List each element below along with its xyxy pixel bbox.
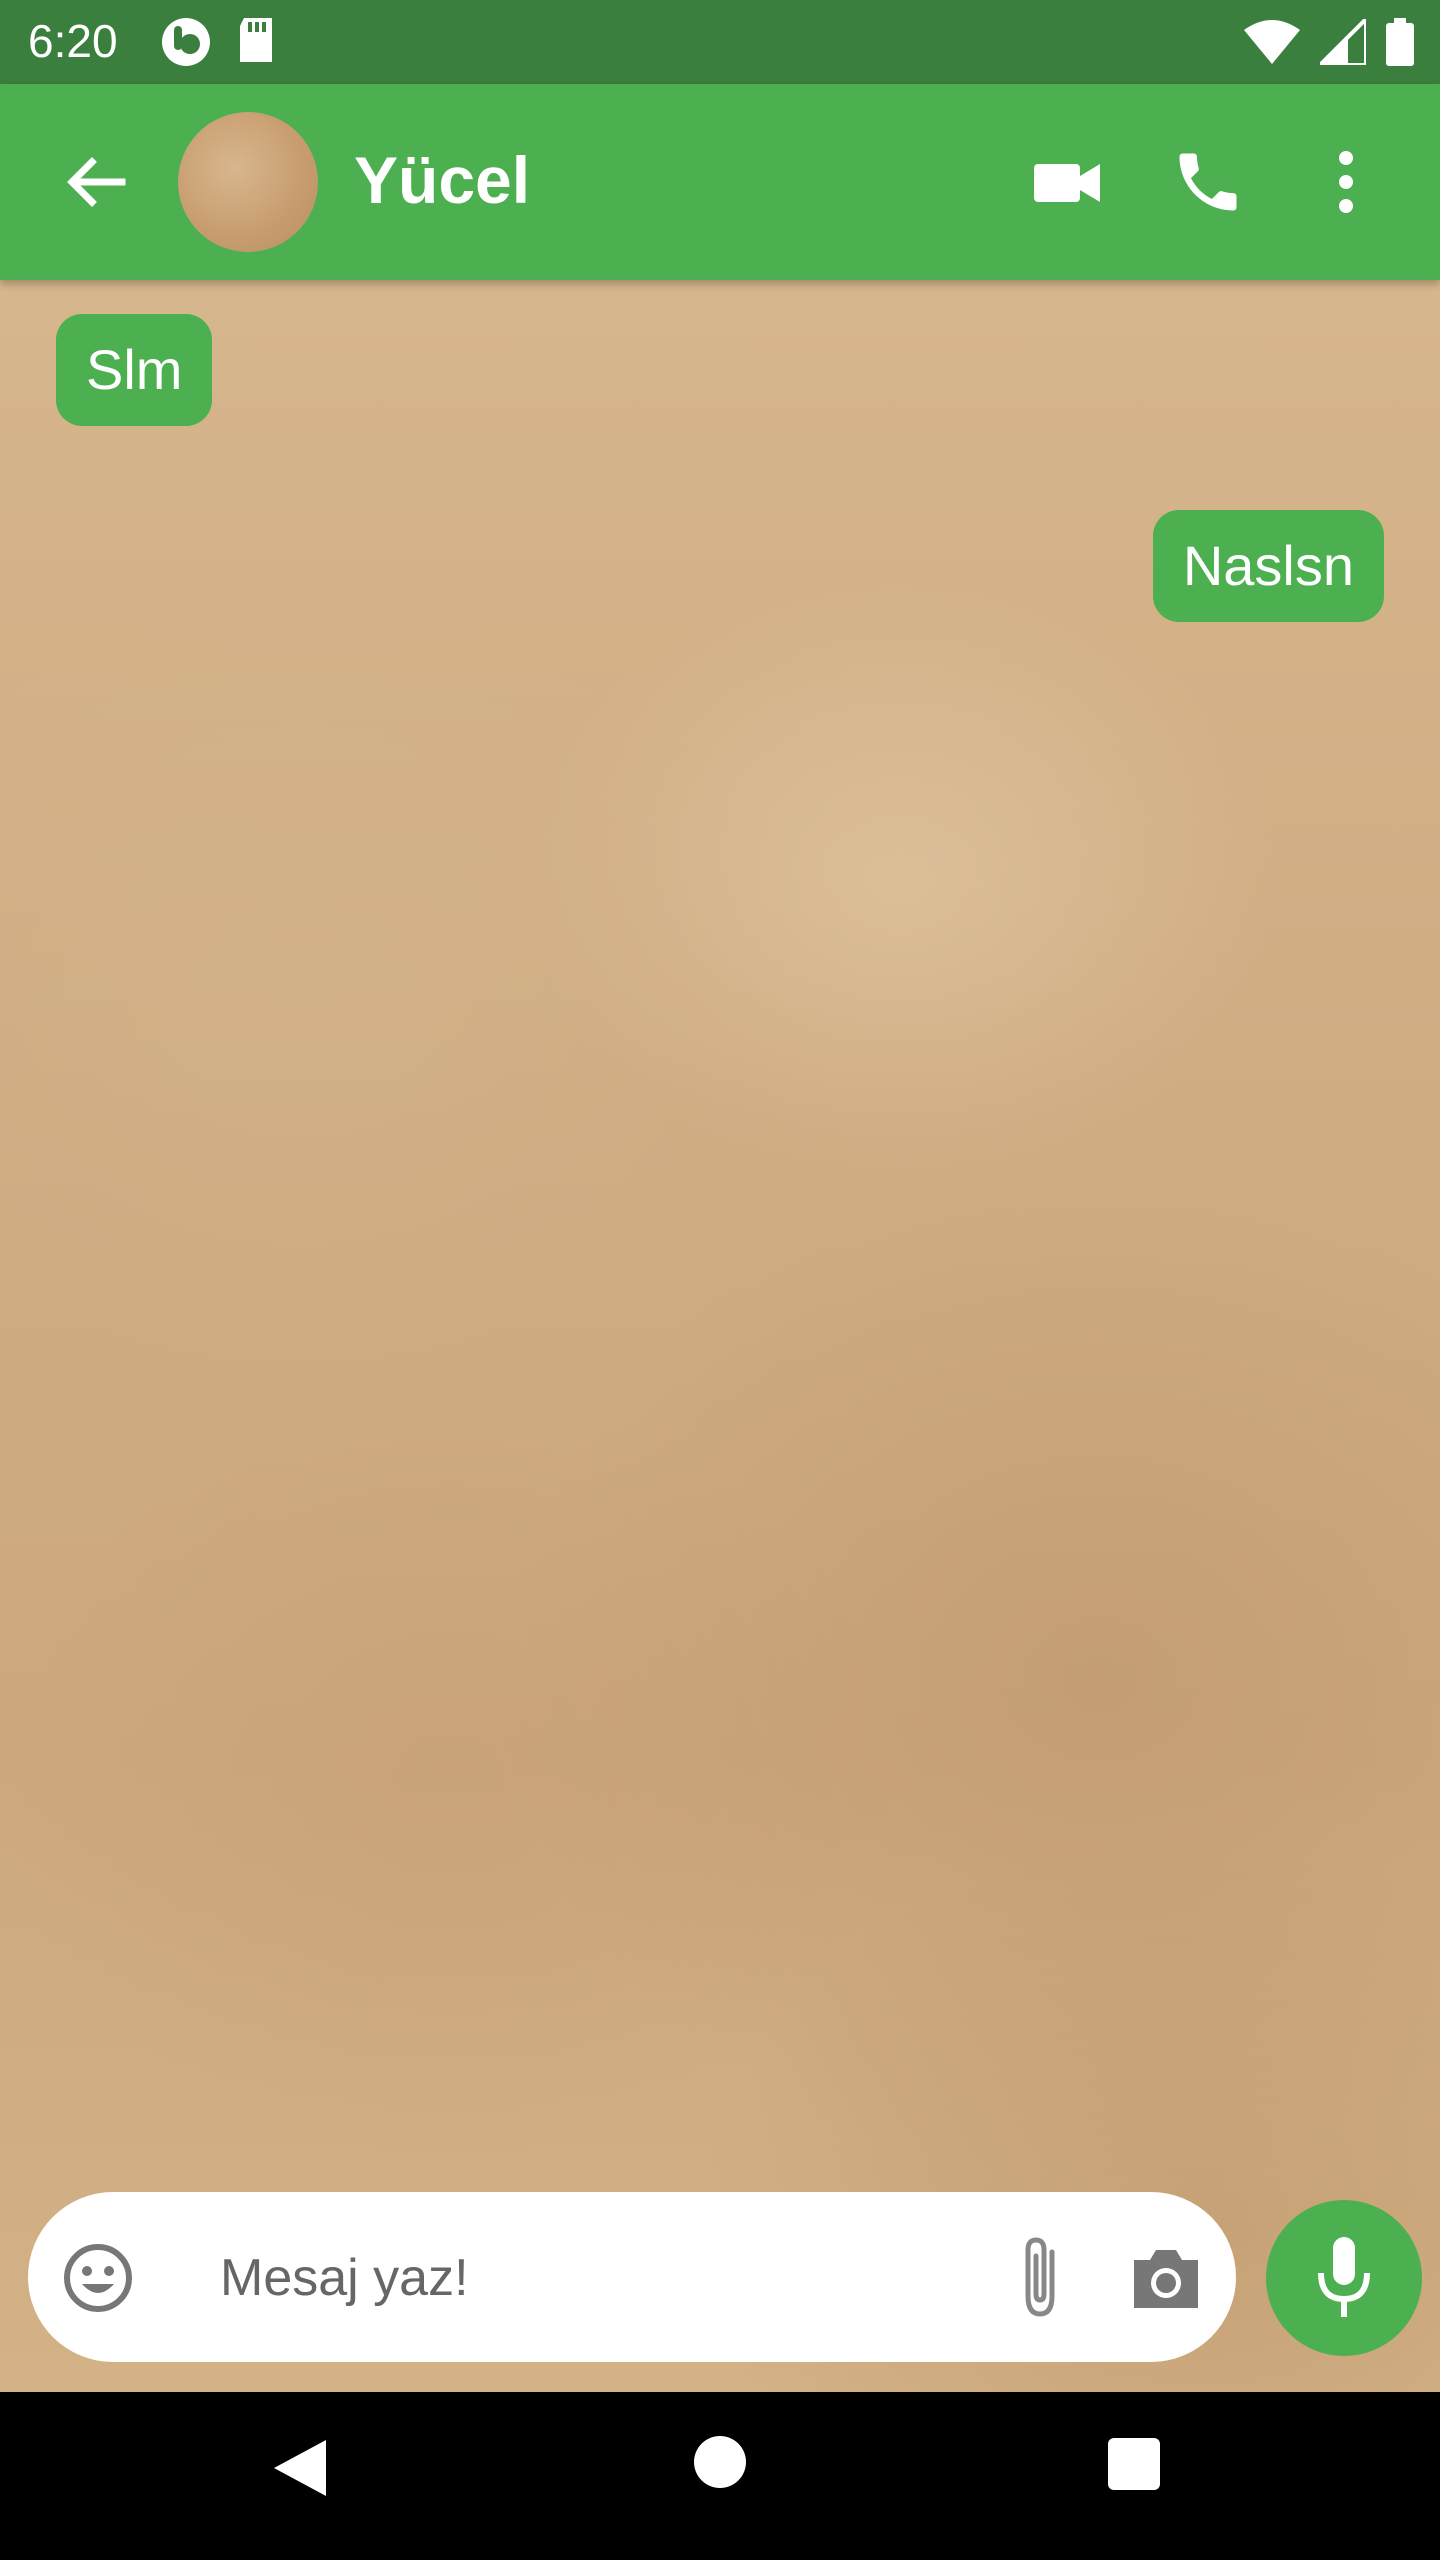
camera-icon xyxy=(1126,2238,1206,2318)
contact-name[interactable]: Yücel xyxy=(354,142,530,218)
nav-recents-button[interactable] xyxy=(1108,2438,1160,2490)
nav-back-icon xyxy=(270,2436,334,2500)
camera-button[interactable] xyxy=(1126,2238,1206,2318)
status-left-icons xyxy=(160,16,276,68)
message-composer xyxy=(28,2192,1236,2362)
sd-card-icon xyxy=(236,16,276,68)
message-input[interactable] xyxy=(218,2232,982,2324)
message-bubble-outgoing[interactable]: Naslsn xyxy=(1152,510,1384,622)
notification-app-icon xyxy=(160,16,212,68)
chat-area[interactable]: Slm Naslsn xyxy=(0,280,1440,2392)
more-vert-icon xyxy=(1318,144,1374,220)
nav-home-button[interactable] xyxy=(694,2436,746,2488)
app-bar: Yücel xyxy=(0,84,1440,280)
message-bubble-incoming[interactable]: Slm xyxy=(56,314,213,426)
voice-record-button[interactable] xyxy=(1266,2200,1422,2356)
system-nav-bar xyxy=(0,2392,1440,2560)
signal-icon xyxy=(1320,19,1366,65)
status-bar: 6:20 xyxy=(0,0,1440,84)
back-button[interactable] xyxy=(56,142,136,222)
attach-button[interactable] xyxy=(1000,2232,1080,2324)
status-right-icons xyxy=(1244,18,1414,66)
phone-icon xyxy=(1170,144,1246,220)
status-time: 6:20 xyxy=(28,15,118,67)
video-call-icon xyxy=(1030,144,1106,220)
contact-avatar[interactable] xyxy=(178,112,318,252)
emoji-button[interactable] xyxy=(60,2240,136,2316)
mic-icon xyxy=(1309,2233,1379,2323)
video-call-button[interactable] xyxy=(1030,144,1106,220)
wifi-icon xyxy=(1244,20,1300,64)
attach-icon xyxy=(1000,2232,1080,2324)
battery-icon xyxy=(1386,18,1414,66)
more-options-button[interactable] xyxy=(1318,144,1374,220)
back-arrow-icon xyxy=(56,142,136,222)
phone-call-button[interactable] xyxy=(1170,144,1246,220)
emoji-icon xyxy=(60,2240,136,2316)
nav-back-button[interactable] xyxy=(270,2436,334,2500)
